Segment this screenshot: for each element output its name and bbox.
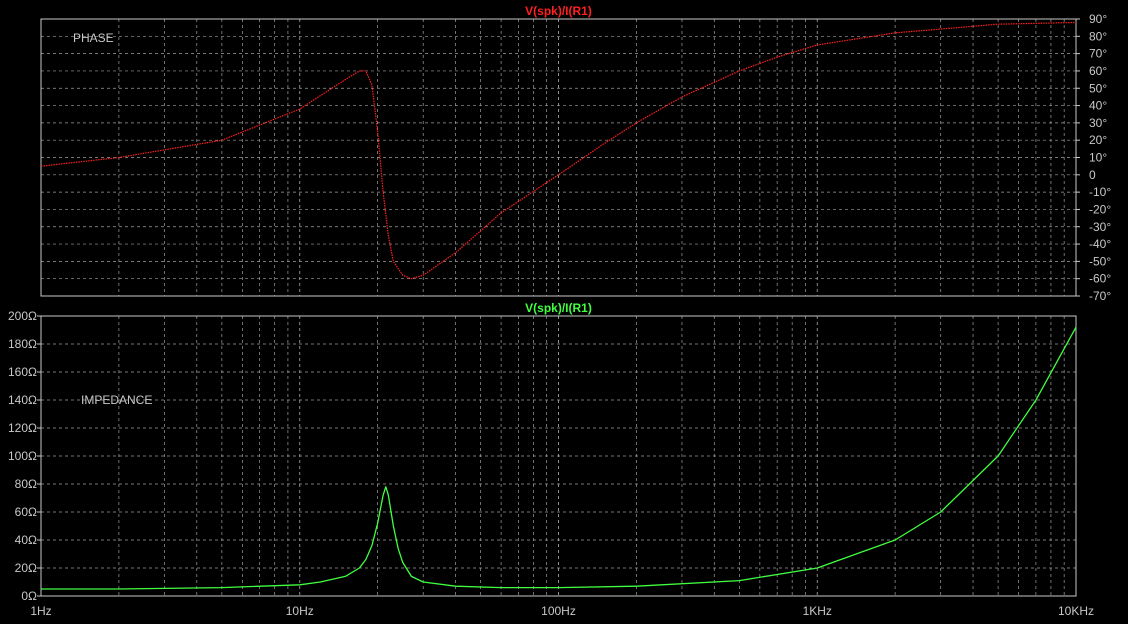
y-tick-label: -60°	[1089, 272, 1111, 286]
y-tick-label: 160Ω	[8, 365, 37, 379]
y-tick-label: 60°	[1089, 64, 1107, 78]
bode-plot: V(spk)/I(R1) PHASE 90° 80° 70° 60° 50° 40° 30°…	[0, 0, 1128, 624]
y-tick-label: 0Ω	[21, 589, 37, 603]
y-tick-label: -20°	[1089, 202, 1111, 216]
y-tick-label: 20Ω	[15, 561, 37, 575]
y-tick-label: 60Ω	[15, 505, 37, 519]
y-tick-label: -70°	[1089, 289, 1111, 303]
y-tick-label: 90°	[1089, 12, 1107, 26]
impedance-annotation: IMPEDANCE	[81, 393, 152, 407]
x-tick-label: 10KHz	[1058, 604, 1094, 618]
x-tick-label: 1Hz	[30, 604, 51, 618]
y-tick-label: 20°	[1089, 133, 1107, 147]
y-tick-label: 100Ω	[8, 449, 37, 463]
y-tick-label: 180Ω	[8, 337, 37, 351]
y-tick-label: 80°	[1089, 29, 1107, 43]
x-tick-label: 10Hz	[286, 604, 314, 618]
y-tick-label: 30°	[1089, 116, 1107, 130]
x-tick-label: 100Hz	[541, 604, 576, 618]
y-tick-label: 40Ω	[15, 533, 37, 547]
y-tick-label: 70°	[1089, 47, 1107, 61]
impedance-title: V(spk)/I(R1)	[525, 301, 592, 315]
y-tick-label: -30°	[1089, 220, 1111, 234]
x-tick-label: 1KHz	[803, 604, 832, 618]
y-tick-label: -10°	[1089, 185, 1111, 199]
y-tick-label: 0	[1089, 168, 1096, 182]
y-tick-label: 80Ω	[15, 477, 37, 491]
y-tick-label: -40°	[1089, 237, 1111, 251]
y-tick-label: 140Ω	[8, 393, 37, 407]
phase-title: V(spk)/I(R1)	[525, 4, 592, 18]
y-tick-label: 40°	[1089, 99, 1107, 113]
y-tick-label: 120Ω	[8, 421, 37, 435]
y-tick-label: -50°	[1089, 254, 1111, 268]
y-tick-label: 200Ω	[8, 309, 37, 323]
y-tick-label: 10°	[1089, 151, 1107, 165]
phase-annotation: PHASE	[73, 31, 114, 45]
y-tick-label: 50°	[1089, 81, 1107, 95]
